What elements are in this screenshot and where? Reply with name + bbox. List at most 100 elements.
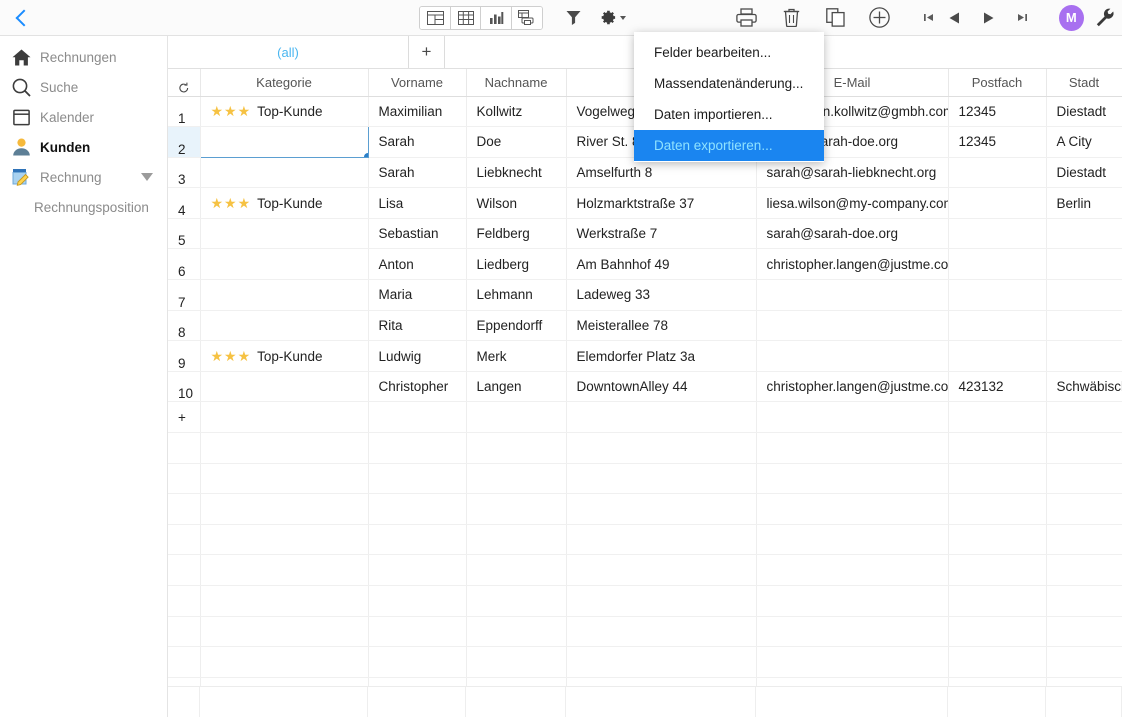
table-row[interactable]: 5 Sebastian Feldberg Werkstraße 7 sarah@sara… — [168, 218, 1122, 250]
table-row[interactable]: 8 Rita Eppendorff Meisterallee 78 — [168, 310, 1122, 342]
column-header-postfach[interactable]: Postfach — [948, 69, 1047, 97]
cell-postfach[interactable] — [948, 218, 1047, 250]
cell-email[interactable]: christopher.langen@justme.co — [756, 371, 949, 403]
cell-stadt[interactable]: Diestadt — [1046, 157, 1122, 189]
column-header-nachname[interactable]: Nachname — [466, 69, 567, 97]
table-row[interactable]: 4 ★★★ Top-Kunde Lisa Wilson Holzmarktstraße 3… — [168, 187, 1122, 219]
cell-stadt[interactable] — [1046, 218, 1122, 250]
table-row[interactable]: 10 Christopher Langen DowntownAlley 44 chris… — [168, 371, 1122, 403]
cell-postfach[interactable] — [948, 310, 1047, 342]
cell-postfach[interactable]: 12345 — [948, 96, 1047, 128]
duplicate-button[interactable] — [819, 3, 851, 33]
add-row[interactable]: + — [168, 401, 1122, 434]
cell-vorname[interactable]: Lisa — [368, 187, 467, 219]
sidebar-item-kunden[interactable]: Kunden — [0, 132, 167, 162]
cell-nachname[interactable]: Eppendorff — [466, 310, 567, 342]
nav-prev-button[interactable] — [942, 3, 967, 33]
fill-handle[interactable] — [363, 152, 367, 157]
table-row[interactable]: 9 ★★★ Top-Kunde Ludwig Merk Elemdorfer Platz … — [168, 340, 1122, 372]
add-record-button[interactable] — [864, 3, 896, 33]
cell-kategorie[interactable] — [200, 310, 369, 342]
report-view-button[interactable] — [511, 6, 543, 29]
cell-stadt[interactable] — [1046, 310, 1122, 342]
sidebar-item-suche[interactable]: Suche — [0, 72, 167, 102]
cell-strasse[interactable]: DowntownAlley 44 — [566, 371, 757, 403]
cell-vorname[interactable]: Anton — [368, 248, 467, 281]
cell-kategorie[interactable] — [200, 371, 369, 403]
cell-postfach[interactable] — [948, 248, 1047, 281]
tools-button[interactable] — [1090, 3, 1122, 33]
cell-kategorie[interactable] — [200, 157, 369, 189]
cell-strasse[interactable]: Am Bahnhof 49 — [566, 248, 757, 281]
cell-nachname[interactable]: Liedberg — [466, 248, 567, 281]
cell-nachname[interactable]: Langen — [466, 371, 567, 403]
cell-postfach[interactable] — [948, 157, 1047, 189]
column-header-stadt[interactable]: Stadt — [1046, 69, 1122, 97]
form-view-button[interactable] — [420, 6, 451, 29]
menu-item-felder-bearbeiten[interactable]: Felder bearbeiten... — [634, 37, 824, 68]
nav-next-button[interactable] — [977, 3, 1002, 33]
cell-stadt[interactable] — [1046, 248, 1122, 281]
cell-vorname[interactable]: Rita — [368, 310, 467, 342]
cell-stadt[interactable]: Diestadt — [1046, 96, 1122, 128]
cell-strasse[interactable]: Holzmarktstraße 37 — [566, 187, 757, 219]
cell-nachname[interactable]: Kollwitz — [466, 96, 567, 128]
menu-item-daten-importieren[interactable]: Daten importieren... — [634, 99, 824, 130]
avatar[interactable]: M — [1058, 4, 1084, 31]
cell-vorname[interactable]: Sarah — [368, 157, 467, 189]
table-view-button[interactable] — [450, 6, 482, 29]
cell-email[interactable]: christopher.langen@justme.co — [756, 248, 949, 281]
cell-vorname[interactable]: Maximilian — [368, 96, 467, 128]
cell-stadt[interactable]: Berlin — [1046, 187, 1122, 219]
print-button[interactable] — [730, 3, 762, 33]
cell-postfach[interactable]: 423132 — [948, 371, 1047, 403]
back-button[interactable] — [0, 0, 44, 36]
cell-strasse[interactable]: Meisterallee 78 — [566, 310, 757, 342]
sidebar-item-rechnungsposition[interactable]: Rechnungsposition — [0, 192, 167, 222]
add-tab-button[interactable]: + — [409, 36, 445, 68]
cell-email[interactable] — [756, 310, 949, 342]
cell-email[interactable]: sarah@sarah-doe.org — [756, 218, 949, 250]
nav-last-button[interactable] — [1009, 3, 1034, 33]
cell-stadt[interactable]: Schwäbisch Hall — [1046, 371, 1122, 403]
filter-button[interactable] — [557, 3, 589, 33]
cell-vorname[interactable]: Christopher — [368, 371, 467, 403]
cell-vorname[interactable]: Ludwig — [368, 340, 467, 372]
cell-stadt[interactable] — [1046, 279, 1122, 311]
cell-kategorie[interactable] — [200, 218, 369, 250]
cell-nachname[interactable]: Wilson — [466, 187, 567, 219]
cell-postfach[interactable] — [948, 340, 1047, 372]
cell-stadt[interactable] — [1046, 340, 1122, 372]
table-row[interactable]: 6 Anton Liedberg Am Bahnhof 49 christopher.l… — [168, 248, 1122, 281]
cell-vorname[interactable]: Sarah — [368, 126, 467, 158]
cell-email[interactable]: liesa.wilson@my-company.com — [756, 187, 949, 219]
cell-vorname[interactable]: Maria — [368, 279, 467, 311]
cell-strasse[interactable]: Werkstraße 7 — [566, 218, 757, 250]
cell-nachname[interactable]: Merk — [466, 340, 567, 372]
cell-nachname[interactable]: Lehmann — [466, 279, 567, 311]
sidebar-item-kalender[interactable]: Kalender — [0, 102, 167, 132]
cell-vorname[interactable]: Sebastian — [368, 218, 467, 250]
add-row-button[interactable]: + — [168, 401, 201, 434]
cell-kategorie[interactable]: ★★★ Top-Kunde — [200, 96, 369, 128]
cell-strasse[interactable]: Elemdorfer Platz 3a — [566, 340, 757, 372]
cell-strasse[interactable]: Ladeweg 33 — [566, 279, 757, 311]
settings-menu-button[interactable] — [598, 8, 626, 27]
cell-nachname[interactable]: Liebknecht — [466, 157, 567, 189]
cell-kategorie[interactable] — [199, 126, 369, 158]
menu-item-massendatenaenderung[interactable]: Massendatenänderung... — [634, 68, 824, 99]
menu-item-daten-exportieren[interactable]: Daten exportieren... — [634, 130, 824, 161]
table-row[interactable]: 7 Maria Lehmann Ladeweg 33 — [168, 279, 1122, 311]
cell-email[interactable] — [756, 279, 949, 311]
column-header-vorname[interactable]: Vorname — [368, 69, 467, 97]
cell-nachname[interactable]: Doe — [466, 126, 567, 158]
cell-kategorie[interactable]: ★★★ Top-Kunde — [200, 187, 369, 219]
nav-first-button[interactable] — [917, 3, 942, 33]
refresh-button[interactable] — [168, 69, 201, 97]
chart-view-button[interactable] — [481, 6, 512, 29]
cell-email[interactable] — [756, 340, 949, 372]
cell-kategorie[interactable] — [200, 279, 369, 311]
cell-postfach[interactable]: 12345 — [948, 126, 1047, 158]
column-header-kategorie[interactable]: Kategorie — [200, 69, 369, 97]
cell-kategorie[interactable]: ★★★ Top-Kunde — [200, 340, 369, 372]
